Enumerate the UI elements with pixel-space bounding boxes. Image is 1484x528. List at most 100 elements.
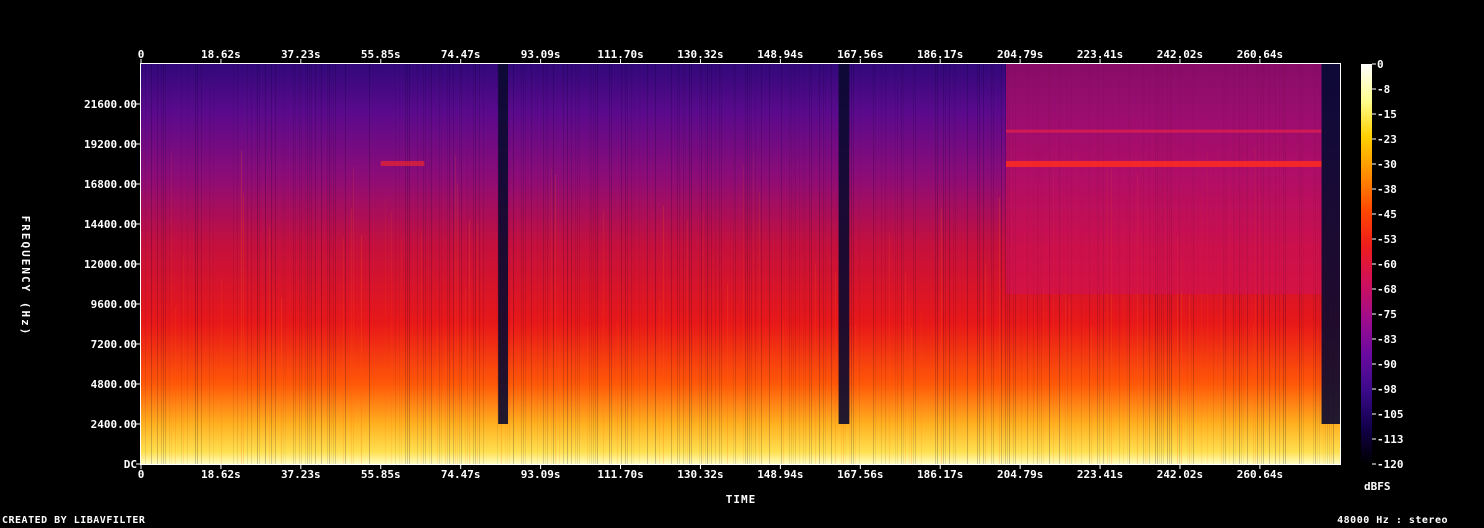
- texture-stripe: [465, 288, 466, 464]
- texture-stripe: [755, 64, 756, 464]
- colorbar-tick-label: -90: [1377, 358, 1397, 371]
- texture-stripe: [309, 64, 310, 464]
- texture-stripe: [747, 64, 748, 464]
- texture-stripe: [745, 64, 746, 464]
- texture-stripe: [559, 340, 560, 464]
- texture-stripe: [401, 241, 402, 464]
- texture-stripe: [1069, 299, 1070, 464]
- colorbar-tick-label: -60: [1377, 258, 1397, 271]
- bright-section: [1006, 64, 1322, 294]
- texture-stripe: [823, 64, 824, 464]
- texture-stripe: [283, 64, 284, 464]
- texture-stripe: [949, 64, 950, 464]
- texture-stripe: [395, 64, 396, 464]
- texture-stripe: [589, 64, 590, 464]
- texture-stripe: [213, 64, 214, 464]
- texture-stripe: [247, 64, 248, 464]
- x-axis-label: TIME: [726, 493, 757, 506]
- x-tick-label: 74.47s: [441, 48, 481, 61]
- texture-stripe: [943, 64, 944, 464]
- x-tick-label: 111.70s: [597, 468, 643, 481]
- colorbar-label: dBFS: [1364, 480, 1391, 493]
- y-tick-label: DC: [124, 458, 137, 471]
- x-tick-label: 186.17s: [917, 48, 963, 61]
- colorbar-tick-label: -68: [1377, 283, 1397, 296]
- texture-stripe: [301, 64, 302, 464]
- texture-stripe: [483, 64, 484, 464]
- texture-stripe: [985, 263, 986, 464]
- texture-stripe: [1003, 308, 1004, 464]
- texture-stripe: [551, 169, 552, 464]
- texture-stripe: [911, 327, 912, 464]
- texture-stripe: [1001, 64, 1002, 464]
- texture-stripe: [271, 64, 272, 464]
- y-tick-label: 12000.00: [84, 258, 137, 271]
- colorbar-tick-label: -105: [1377, 408, 1404, 421]
- texture-stripe: [683, 64, 684, 464]
- texture-stripe: [221, 279, 222, 464]
- texture-stripe: [333, 64, 334, 464]
- x-tick-label: 242.02s: [1157, 48, 1203, 61]
- x-tick-label: 204.79s: [997, 468, 1043, 481]
- texture-stripe: [475, 64, 476, 464]
- texture-stripe: [467, 64, 468, 464]
- texture-stripe: [335, 64, 336, 464]
- texture-stripe: [751, 64, 752, 464]
- texture-stripe: [805, 64, 806, 464]
- texture-stripe: [769, 64, 770, 464]
- colorbar-ticks: 0 -8 -15 -23 -30 -38 -45 -53 -60 -68 -75 -83 -90 -98 -…: [1372, 58, 1404, 471]
- x-tick-label: 148.94s: [757, 468, 803, 481]
- texture-stripe: [889, 233, 890, 464]
- y-tick-label: 21600.00: [84, 98, 137, 111]
- texture-stripe: [701, 64, 702, 464]
- harmonic-line: [380, 161, 425, 166]
- texture-stripe: [243, 194, 244, 464]
- texture-stripe: [241, 150, 242, 465]
- texture-stripe: [469, 220, 470, 464]
- texture-stripe: [631, 64, 632, 464]
- texture-stripe: [431, 64, 432, 464]
- texture-stripe: [625, 64, 626, 464]
- texture-stripe: [721, 64, 722, 464]
- texture-stripe: [901, 64, 902, 464]
- texture-stripe: [587, 326, 588, 464]
- texture-stripe: [417, 64, 418, 464]
- texture-stripe: [853, 64, 854, 464]
- x-tick-label: 260.64s: [1237, 48, 1283, 61]
- texture-stripe: [783, 321, 784, 464]
- texture-stripe: [811, 64, 812, 464]
- texture-stripe: [799, 64, 800, 464]
- x-tick-label: 204.79s: [997, 48, 1043, 61]
- texture-stripe: [663, 205, 664, 464]
- texture-stripe: [735, 64, 736, 464]
- texture-stripe: [351, 208, 352, 464]
- credit-text: CREATED BY LIBAVFILTER: [2, 515, 146, 526]
- texture-stripe: [617, 322, 618, 464]
- texture-stripe: [895, 64, 896, 464]
- texture-stripe: [671, 64, 672, 464]
- y-axis-label: FREQUENCY (Hz): [19, 216, 32, 337]
- texture-stripe: [909, 300, 910, 464]
- texture-stripe: [627, 64, 628, 464]
- texture-stripe: [991, 64, 992, 464]
- texture-stripe: [423, 64, 424, 464]
- texture-stripe: [315, 64, 316, 464]
- texture-stripe: [369, 64, 370, 464]
- texture-stripe: [937, 64, 938, 464]
- texture-stripe: [709, 64, 710, 464]
- texture-stripe: [905, 272, 906, 464]
- texture-stripe: [885, 64, 886, 464]
- texture-stripe: [727, 283, 728, 464]
- texture-stripe: [809, 64, 810, 464]
- texture-stripe: [935, 64, 936, 464]
- colorbar: 0 -8 -15 -23 -30 -38 -45 -53 -60 -68 -75 -83 -90 -98 -…: [1361, 58, 1404, 493]
- texture-stripe: [269, 226, 270, 464]
- texture-stripe: [195, 64, 196, 464]
- y-axis: DC 2400.00 4800.00 7200.00 9600.00 12000.00 14…: [84, 98, 141, 471]
- texture-stripe: [597, 64, 598, 464]
- y-tick-label: 4800.00: [91, 378, 137, 391]
- texture-stripe: [825, 64, 826, 464]
- texture-stripe: [749, 64, 750, 464]
- texture-stripe: [439, 64, 440, 464]
- texture-stripe: [977, 64, 978, 464]
